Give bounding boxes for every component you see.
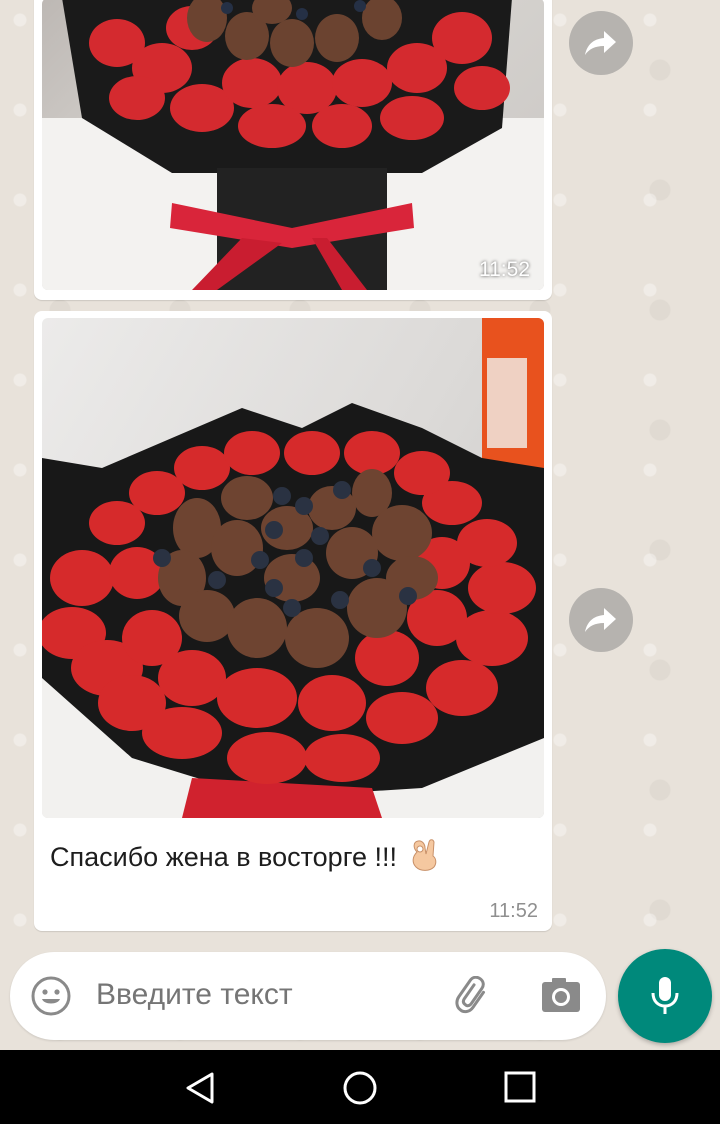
image-caption-message[interactable]: Спасибо жена в восторге !!! 11:52 xyxy=(34,311,552,931)
attach-button[interactable] xyxy=(454,975,494,1021)
emoji-button[interactable] xyxy=(30,975,72,1022)
camera-button[interactable] xyxy=(540,976,582,1021)
bouquet-image xyxy=(42,318,544,818)
camera-icon xyxy=(542,978,580,1012)
message-input[interactable] xyxy=(96,978,436,1012)
forward-button[interactable] xyxy=(569,11,633,75)
system-navigation-bar xyxy=(0,1050,720,1124)
forward-arrow-icon xyxy=(585,608,616,632)
nav-recent-button[interactable] xyxy=(503,1070,537,1109)
message-time: 11:52 xyxy=(479,258,530,281)
microphone-icon xyxy=(651,977,679,1014)
ok-hand-icon xyxy=(412,839,436,871)
message-photo[interactable] xyxy=(42,318,544,818)
message-photo[interactable]: 11:52 xyxy=(42,0,544,290)
message-composer xyxy=(10,952,606,1040)
caption-text: Спасибо жена в восторге !!! xyxy=(50,842,397,872)
bouquet-image xyxy=(42,0,544,290)
voice-message-button[interactable] xyxy=(618,949,712,1043)
message-time: 11:52 xyxy=(489,900,538,922)
paperclip-icon xyxy=(455,975,486,1014)
smiley-icon xyxy=(31,976,71,1016)
nav-back-button[interactable] xyxy=(182,1070,218,1111)
forward-arrow-icon xyxy=(585,31,616,55)
nav-home-button[interactable] xyxy=(342,1070,378,1111)
home-circle-icon xyxy=(343,1071,377,1105)
forward-button[interactable] xyxy=(569,588,633,652)
recent-square-icon xyxy=(504,1071,536,1103)
image-message[interactable]: 11:52 xyxy=(34,0,552,300)
back-triangle-icon xyxy=(186,1072,214,1104)
message-caption: Спасибо жена в восторге !!! xyxy=(50,838,439,873)
